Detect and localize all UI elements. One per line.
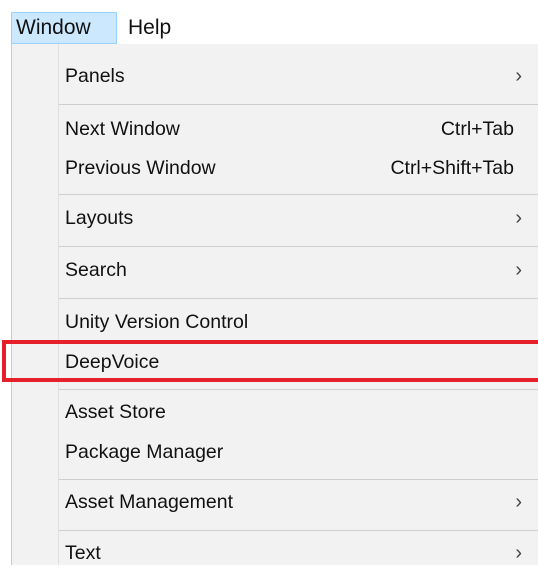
menu-separator: [59, 530, 538, 531]
chevron-right-icon: ›: [515, 65, 522, 87]
menu-bar: Window Help: [0, 0, 538, 46]
menu-item-shortcut: Ctrl+Tab: [440, 118, 514, 140]
menubar-help[interactable]: Help: [128, 12, 171, 44]
menu-item-label: Next Window: [65, 118, 180, 140]
menu-separator: [59, 298, 538, 299]
menu-item-label: Unity Version Control: [65, 311, 249, 333]
menu-item-deepvoice[interactable]: DeepVoice: [12, 344, 538, 380]
window-dropdown-menu: Panels › Next Window Ctrl+Tab Previous W…: [11, 44, 538, 565]
menu-item-label: Panels: [65, 65, 125, 87]
menu-item-next-window[interactable]: Next Window Ctrl+Tab: [12, 111, 538, 147]
menu-item-label: Previous Window: [65, 157, 216, 179]
chevron-right-icon: ›: [515, 207, 522, 229]
menu-item-layouts[interactable]: Layouts ›: [12, 200, 538, 236]
chevron-right-icon: ›: [515, 491, 522, 513]
menu-item-label: Asset Store: [65, 401, 166, 423]
menu-item-search[interactable]: Search ›: [12, 252, 538, 288]
menu-item-label: Asset Management: [65, 491, 234, 513]
menu-separator: [59, 104, 538, 105]
chevron-right-icon: ›: [515, 542, 522, 564]
menu-item-panels[interactable]: Panels ›: [12, 58, 538, 94]
menu-item-label: Text: [65, 542, 101, 564]
menu-separator: [59, 389, 538, 390]
menu-item-package-manager[interactable]: Package Manager: [12, 434, 538, 470]
menu-separator: [59, 479, 538, 480]
menu-item-previous-window[interactable]: Previous Window Ctrl+Shift+Tab: [12, 150, 538, 186]
menu-separator: [59, 194, 538, 195]
menu-item-asset-management[interactable]: Asset Management ›: [12, 484, 538, 520]
menu-item-unity-version-control[interactable]: Unity Version Control: [12, 304, 538, 340]
menu-item-text[interactable]: Text ›: [12, 535, 538, 571]
menu-item-label: Package Manager: [65, 441, 224, 463]
menu-item-shortcut: Ctrl+Shift+Tab: [390, 157, 514, 179]
menubar-window[interactable]: Window: [11, 12, 117, 44]
menu-item-label: Search: [65, 259, 127, 281]
menu-item-label: DeepVoice: [65, 351, 160, 373]
menu-separator: [59, 246, 538, 247]
menu-item-asset-store[interactable]: Asset Store: [12, 394, 538, 430]
menu-item-label: Layouts: [65, 207, 134, 229]
chevron-right-icon: ›: [515, 259, 522, 281]
